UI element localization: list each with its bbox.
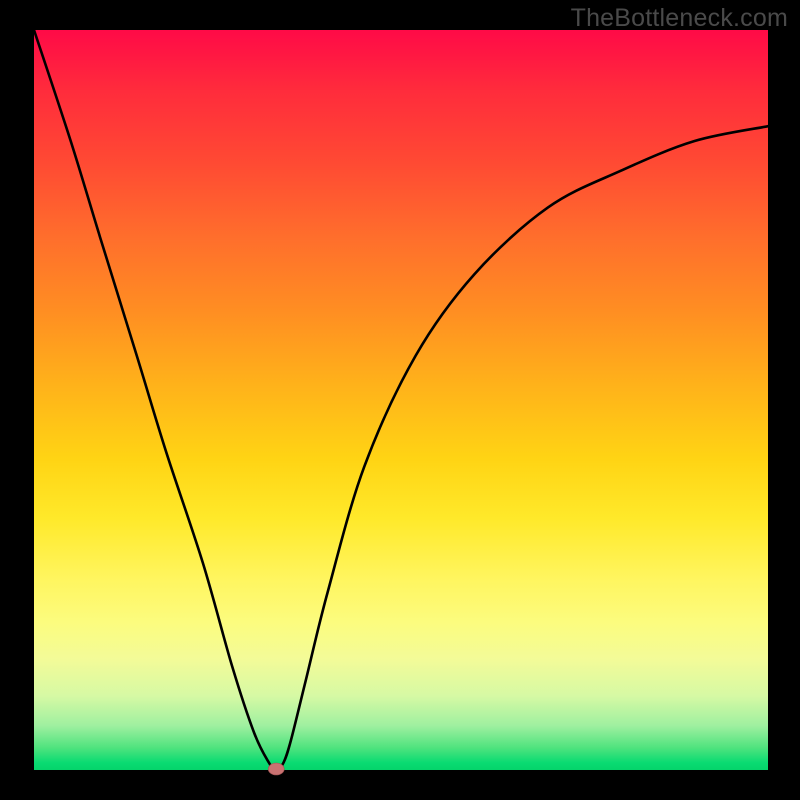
bottleneck-curve-path bbox=[34, 30, 768, 770]
curve-svg bbox=[34, 30, 768, 770]
chart-frame: TheBottleneck.com bbox=[0, 0, 800, 800]
plot-area bbox=[34, 30, 768, 770]
watermark-text: TheBottleneck.com bbox=[571, 4, 788, 33]
minimum-marker bbox=[268, 763, 284, 775]
